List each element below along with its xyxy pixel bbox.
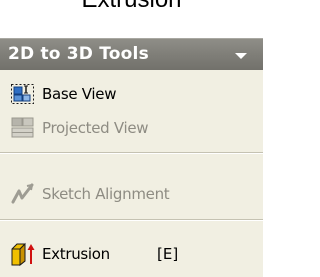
projected-view-icon bbox=[11, 117, 34, 138]
separator bbox=[0, 152, 263, 154]
caption-text: Extrusion bbox=[0, 0, 263, 14]
base-view-label: Base View bbox=[42, 85, 117, 103]
extrusion-label: Extrusion bbox=[42, 245, 110, 263]
extrusion-shortcut: [E] bbox=[157, 245, 179, 263]
sketch-alignment-label: Sketch Alignment bbox=[42, 185, 170, 203]
panel-header[interactable]: 2D to 3D Tools bbox=[0, 38, 263, 70]
base-view-button[interactable]: Base View bbox=[0, 79, 263, 109]
extrusion-button[interactable]: Extrusion [E] bbox=[0, 239, 263, 269]
projected-view-label: Projected View bbox=[42, 119, 149, 137]
sketch-alignment-icon bbox=[11, 183, 34, 204]
chevron-down-icon[interactable] bbox=[235, 53, 247, 59]
separator bbox=[0, 219, 263, 221]
base-view-icon bbox=[11, 84, 34, 104]
extrusion-icon bbox=[11, 242, 35, 266]
tool-panel: 2D to 3D Tools Base View Projected View bbox=[0, 38, 263, 277]
projected-view-button[interactable]: Projected View bbox=[0, 113, 263, 143]
panel-title: 2D to 3D Tools bbox=[8, 44, 149, 64]
sketch-alignment-button[interactable]: Sketch Alignment bbox=[0, 179, 263, 209]
